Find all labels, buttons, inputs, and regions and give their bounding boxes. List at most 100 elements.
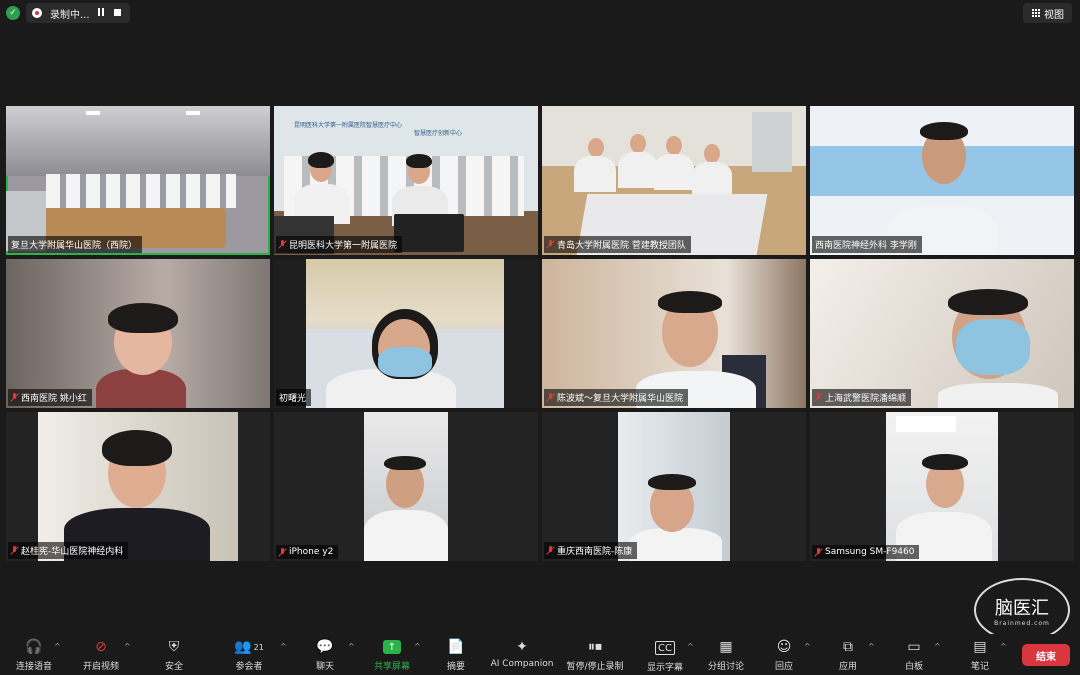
pause-stop-icon: ⏸⏹: [588, 639, 602, 655]
notes-button[interactable]: ▤ 笔记: [968, 634, 992, 675]
participant-name-tag: 西南医院 姚小红: [8, 389, 92, 406]
share-label: 共享屏幕: [373, 662, 410, 672]
chat-label: 聊天: [315, 662, 334, 672]
sparkle-icon: ✦: [516, 639, 528, 655]
headphones-icon: 🎧: [25, 639, 43, 655]
share-arrow-icon: ↑: [383, 640, 401, 654]
breakout-grid-icon: ▦: [719, 639, 733, 655]
mic-muted-icon: [279, 547, 286, 557]
video-tile[interactable]: 初曙光: [274, 259, 538, 408]
video-label: 开启视频: [82, 662, 119, 672]
brainmed-logo: 脑医汇 Brainmed.com: [974, 578, 1070, 642]
captions-label: 显示字幕: [646, 663, 683, 673]
mic-muted-icon: [815, 393, 822, 402]
video-tile[interactable]: 赵桂宪-华山医院神经内科: [6, 412, 270, 561]
whiteboard-icon: ▭: [907, 639, 921, 655]
audio-label: 连接语音: [15, 662, 52, 672]
security-label: 安全: [164, 662, 183, 672]
mic-muted-icon: [547, 546, 554, 555]
stop-recording-icon[interactable]: [114, 9, 121, 16]
participant-name-tag: 初曙光: [276, 389, 312, 406]
video-tile[interactable]: 西南医院神经外科 李学刚: [810, 106, 1074, 255]
reactions-options-chevron-icon[interactable]: ^: [804, 642, 811, 651]
captions-button[interactable]: CC 显示字幕: [644, 634, 686, 675]
mic-muted-icon: [815, 547, 822, 557]
recording-label: 录制中...: [50, 9, 90, 21]
participant-name-tag: 青岛大学附属医院 菅建教授团队: [544, 236, 691, 253]
camera-off-icon: ⊘: [95, 639, 107, 655]
record-dot-icon: [32, 8, 42, 18]
participant-name-tag: 上海武警医院潘绵顺: [812, 389, 912, 406]
shield-icon: ⛨: [168, 639, 180, 655]
apps-options-chevron-icon[interactable]: ^: [868, 642, 875, 651]
chat-options-chevron-icon[interactable]: ^: [348, 642, 355, 651]
ai-companion-label: AI Companion: [490, 659, 554, 669]
participant-name-tag: 赵桂宪-华山医院神经内科: [8, 542, 129, 559]
summary-label: 摘要: [446, 662, 465, 672]
participants-icon: 👥 21: [234, 639, 264, 655]
top-bar: ✓ 录制中... 视图: [0, 0, 1080, 26]
mic-muted-icon: [547, 240, 554, 249]
summary-doc-icon: 📄: [447, 639, 465, 655]
mic-muted-icon: [11, 393, 18, 402]
video-tile[interactable]: 上海武警医院潘绵顺: [810, 259, 1074, 408]
security-button[interactable]: ⛨ 安全: [162, 634, 186, 675]
ai-companion-button[interactable]: ✦ AI Companion: [490, 634, 554, 675]
end-meeting-button[interactable]: 结束: [1022, 644, 1070, 666]
reactions-label: 回应: [774, 662, 793, 672]
participant-name-tag: Samsung SM-F9460: [812, 545, 920, 559]
video-tile[interactable]: 陈波斌～复旦大学附属华山医院: [542, 259, 806, 408]
video-tile[interactable]: 昆明医科大学第一附属医院智慧医疗中心 智慧医疗创新中心 昆明医科大学第一附属医院: [274, 106, 538, 255]
summary-button[interactable]: 📄 摘要: [444, 634, 468, 675]
video-button[interactable]: ⊘ 开启视频: [80, 634, 122, 675]
view-button[interactable]: 视图: [1023, 3, 1072, 23]
chat-bubble-icon: 💬: [316, 639, 334, 655]
grid-view-icon: [1031, 9, 1040, 18]
logo-text: 脑医汇: [995, 597, 1049, 619]
participant-name-tag: 昆明医科大学第一附属医院: [276, 236, 403, 253]
mic-muted-icon: [11, 546, 18, 555]
video-tile[interactable]: 重庆西南医院-陈康: [542, 412, 806, 561]
video-tile[interactable]: 青岛大学附属医院 菅建教授团队: [542, 106, 806, 255]
audio-options-chevron-icon[interactable]: ^: [54, 642, 61, 651]
participants-button[interactable]: 👥 21 参会者: [232, 634, 266, 675]
notes-icon: ▤: [973, 639, 987, 655]
participant-name-tag: 陈波斌～复旦大学附属华山医院: [544, 389, 689, 406]
cc-icon: CC: [655, 641, 675, 655]
mic-muted-icon: [547, 393, 554, 402]
apps-label: 应用: [838, 662, 857, 672]
participants-label: 参会者: [235, 662, 263, 672]
emoji-icon: ☺: [776, 639, 792, 655]
share-options-chevron-icon[interactable]: ^: [414, 642, 421, 651]
participants-options-chevron-icon[interactable]: ^: [280, 642, 287, 651]
notes-options-chevron-icon[interactable]: ^: [1000, 642, 1007, 651]
whiteboard-button[interactable]: ▭ 白板: [902, 634, 926, 675]
participant-name-tag: 西南医院神经外科 李学刚: [812, 236, 922, 253]
participant-name-tag: iPhone y2: [276, 545, 339, 559]
whiteboard-label: 白板: [904, 662, 923, 672]
video-tile[interactable]: iPhone y2: [274, 412, 538, 561]
recording-controls-button[interactable]: ⏸⏹ 暂停/停止录制: [564, 634, 626, 675]
apps-icon: ⧉: [843, 639, 853, 655]
reactions-button[interactable]: ☺ 回应: [772, 634, 796, 675]
share-screen-button[interactable]: ↑ 共享屏幕: [372, 634, 412, 675]
apps-button[interactable]: ⧉ 应用: [836, 634, 860, 675]
video-tile[interactable]: 复旦大学附属华山医院（西院）: [6, 106, 270, 255]
video-tile[interactable]: Samsung SM-F9460: [810, 412, 1074, 561]
chat-button[interactable]: 💬 聊天: [313, 634, 337, 675]
breakout-label: 分组讨论: [707, 662, 744, 672]
logo-subtext: Brainmed.com: [994, 619, 1050, 627]
breakout-rooms-button[interactable]: ▦ 分组讨论: [706, 634, 746, 675]
meeting-toolbar: 🎧 连接语音 ^ ⊘ 开启视频 ^ ⛨ 安全 👥 21 参会者 ^ 💬 聊天 ^ …: [0, 634, 1080, 675]
participant-name-tag: 重庆西南医院-陈康: [544, 542, 638, 559]
video-tile[interactable]: 西南医院 姚小红: [6, 259, 270, 408]
pause-recording-icon[interactable]: [97, 8, 105, 16]
captions-options-chevron-icon[interactable]: ^: [687, 642, 694, 651]
participants-count: 21: [253, 642, 264, 652]
recording-controls-label: 暂停/停止录制: [566, 662, 624, 672]
whiteboard-options-chevron-icon[interactable]: ^: [934, 642, 941, 651]
view-label: 视图: [1044, 9, 1064, 21]
audio-button[interactable]: 🎧 连接语音: [14, 634, 54, 675]
security-shield-icon[interactable]: ✓: [6, 6, 20, 20]
video-options-chevron-icon[interactable]: ^: [124, 642, 131, 651]
